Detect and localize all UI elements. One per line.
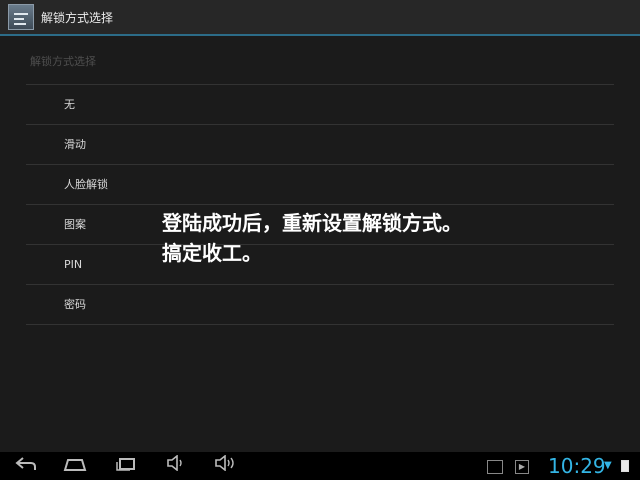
page-title: 解锁方式选择 (41, 10, 114, 25)
overlay-caption: 登陆成功后，重新设置解锁方式。 搞定收工。 (162, 208, 622, 268)
volume-up-icon[interactable] (205, 452, 245, 480)
list-item-slide[interactable]: 滑动 (26, 125, 614, 165)
navigation-bar: ▶ 10:29 ▼ (0, 452, 640, 480)
caption-line-2: 搞定收工。 (162, 241, 262, 265)
caption-line-1: 登陆成功后，重新设置解锁方式。 (162, 211, 462, 235)
list-item-none[interactable]: 无 (26, 85, 614, 125)
volume-down-icon[interactable] (156, 452, 196, 480)
list-item-password[interactable]: 密码 (26, 285, 614, 325)
settings-app-icon[interactable] (8, 4, 34, 30)
unlock-method-list: 解锁方式选择 无 滑动 人脸解锁 图案 PIN 密码 (26, 36, 614, 325)
action-bar: 解锁方式选择 (0, 0, 640, 36)
wifi-icon: ▼ (604, 460, 612, 471)
section-header: 解锁方式选择 (26, 36, 614, 85)
home-icon[interactable] (55, 452, 95, 480)
play-store-icon[interactable]: ▶ (515, 460, 529, 474)
back-icon[interactable] (6, 452, 46, 480)
status-clock: 10:29 (548, 454, 606, 478)
battery-icon (621, 460, 629, 472)
gallery-icon[interactable] (487, 460, 503, 474)
recents-icon[interactable] (106, 452, 146, 480)
list-item-face-unlock[interactable]: 人脸解锁 (26, 165, 614, 205)
